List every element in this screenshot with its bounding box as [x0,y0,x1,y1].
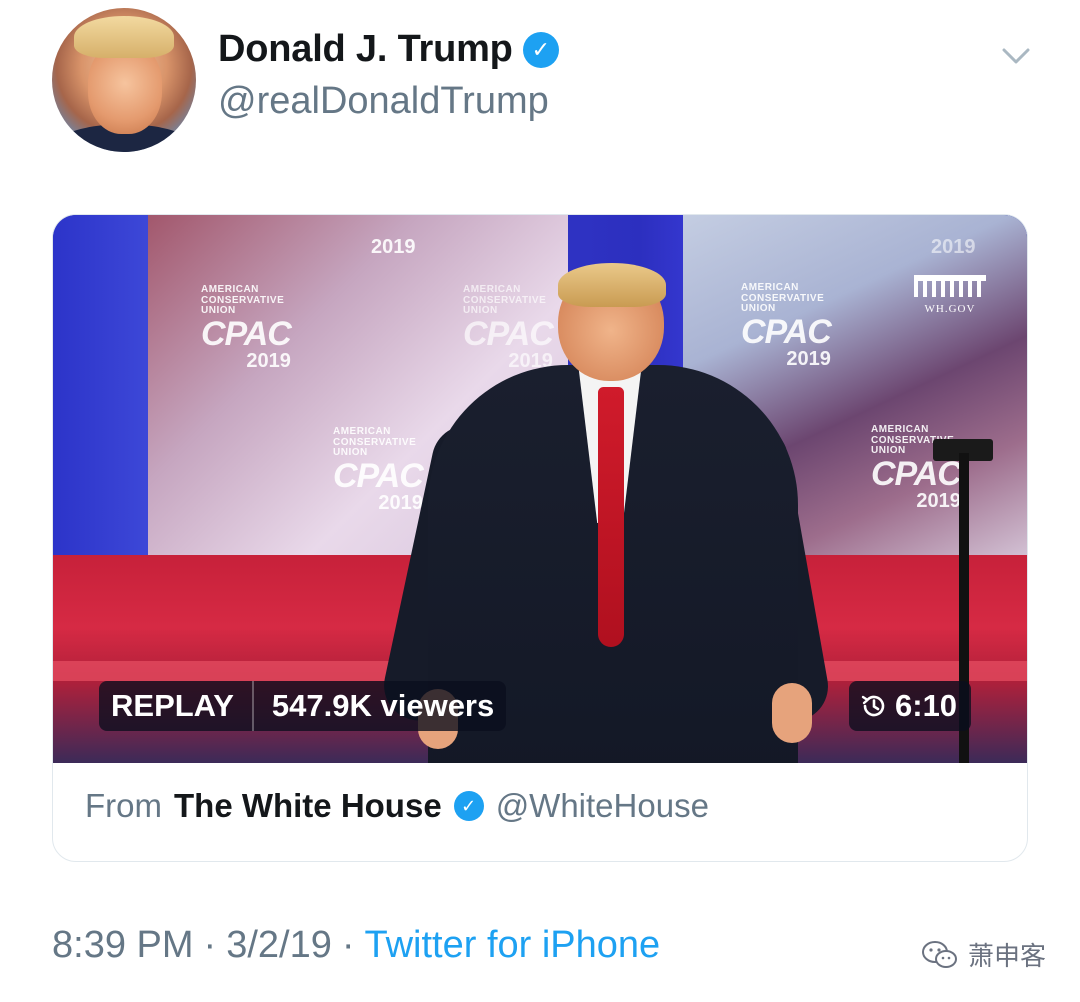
tweet-time: 8:39 PM [52,924,194,966]
backdrop-logo: AMERICAN CONSERVATIVE UNION CPAC 2019 [871,424,962,512]
replay-label: REPLAY [99,681,254,731]
media-card[interactable]: 2019 2019 AMERICAN CONSERVATIVE UNION CP… [52,214,1028,862]
video-source[interactable]: From The White House ✓ @WhiteHouse [85,787,709,825]
source-org-name[interactable]: The White House [174,787,442,825]
avatar[interactable] [52,8,196,152]
watermark-text: 萧申客 [968,941,1047,971]
white-house-icon [914,275,986,297]
video-player[interactable]: 2019 2019 AMERICAN CONSERVATIVE UNION CP… [53,215,1027,763]
verified-badge-icon: ✓ [453,791,484,821]
display-name[interactable]: Donald J. Trump [218,28,513,71]
viewer-count: 547.9K viewers [271,688,495,723]
meta-separator: · [341,924,355,966]
history-clock-icon [861,695,885,717]
source-from-label: From [85,787,162,824]
verified-badge-icon: ✓ [522,31,559,68]
source-org-handle[interactable]: @WhiteHouse [496,787,709,825]
tweet: Donald J. Trump ✓ @realDonaldTrump 2019 … [0,0,1080,1002]
video-duration: 6:10 [895,688,958,723]
tweet-meta: 8:39 PM · 3/2/19 · Twitter for iPhone [52,924,660,967]
backdrop-logo-top: 2019 [371,236,416,258]
white-house-watermark: WH.GOV [910,275,990,315]
backdrop-logo: AMERICAN CONSERVATIVE UNION CPAC 2019 [201,284,292,372]
user-handle[interactable]: @realDonaldTrump [218,80,549,123]
watermark: 萧申客 [920,936,1046,973]
tweet-date: 3/2/19 [226,924,332,966]
wechat-icon [922,940,957,968]
backdrop-logo-top-right: 2019 [931,236,976,258]
replay-overlay: REPLAY 547.9K viewers [99,681,507,731]
tweet-source-app[interactable]: Twitter for iPhone [365,924,661,967]
duration-overlay: 6:10 [849,681,972,731]
display-name-row[interactable]: Donald J. Trump ✓ [218,28,559,71]
meta-separator: · [203,924,217,966]
chevron-down-icon[interactable] [998,38,1034,74]
